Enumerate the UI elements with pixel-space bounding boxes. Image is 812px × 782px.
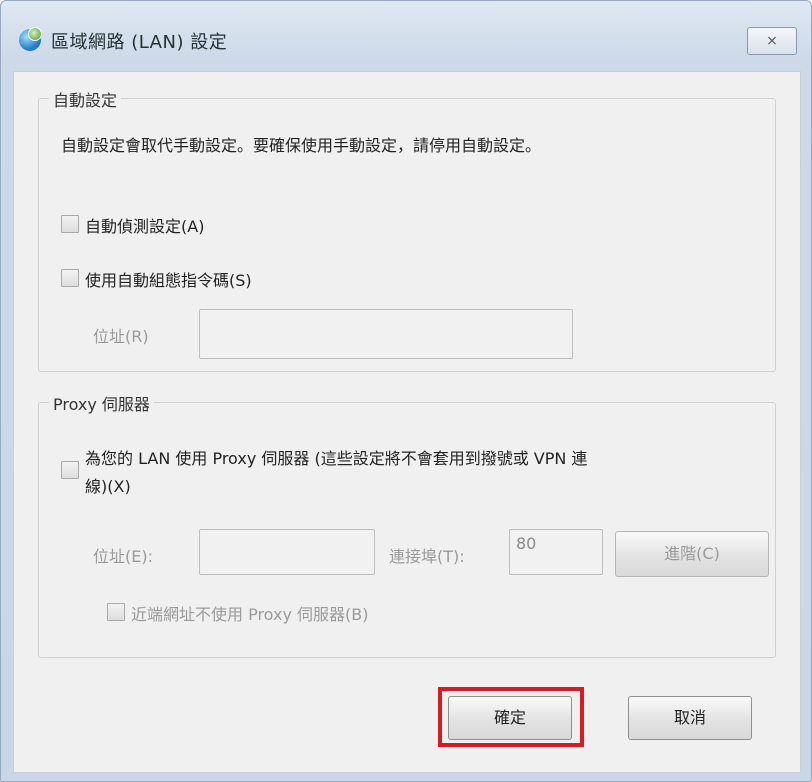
proxy-port-label: 連接埠(T): [389, 547, 465, 566]
advanced-button[interactable]: 進階(C) [615, 531, 769, 577]
auto-detect-checkbox[interactable] [61, 215, 79, 233]
bypass-local-checkbox[interactable] [107, 603, 125, 621]
script-address-label: 位址(R) [93, 327, 149, 346]
use-script-label[interactable]: 使用自動組態指令碼(S) [85, 267, 252, 291]
internet-options-icon [19, 27, 42, 51]
use-script-checkbox[interactable] [61, 269, 79, 287]
lan-settings-dialog: 區域網路 (LAN) 設定 ⨯ 自動設定 自動設定會取代手動設定。要確保使用手動… [0, 0, 812, 782]
proxy-port-input[interactable]: 80 [509, 529, 603, 575]
dialog-body: 自動設定 自動設定會取代手動設定。要確保使用手動設定，請停用自動設定。 自動偵測… [13, 71, 801, 773]
script-address-input[interactable] [199, 309, 573, 359]
proxy-address-input[interactable] [199, 529, 375, 575]
use-proxy-checkbox[interactable] [61, 461, 79, 479]
proxy-address-label: 位址(E): [93, 547, 153, 566]
auto-detect-label[interactable]: 自動偵測設定(A) [85, 213, 204, 237]
proxy-group: Proxy 伺服器 為您的 LAN 使用 Proxy 伺服器 (這些設定將不會套… [38, 391, 776, 658]
bypass-local-label[interactable]: 近端網址不使用 Proxy 伺服器(B) [131, 601, 368, 625]
use-proxy-label-line1[interactable]: 為您的 LAN 使用 Proxy 伺服器 (這些設定將不會套用到撥號或 VPN … [85, 445, 587, 469]
ok-button-highlight [438, 687, 584, 747]
auto-config-group: 自動設定 自動設定會取代手動設定。要確保使用手動設定，請停用自動設定。 自動偵測… [38, 87, 776, 372]
window-title: 區域網路 (LAN) 設定 [51, 32, 228, 53]
auto-config-group-title: 自動設定 [49, 87, 122, 111]
proxy-group-title: Proxy 伺服器 [49, 391, 154, 415]
use-proxy-label-line2[interactable]: 線)(X) [85, 473, 131, 497]
close-button[interactable]: ⨯ [747, 27, 797, 55]
cancel-button[interactable]: 取消 [628, 696, 752, 740]
auto-config-description: 自動設定會取代手動設定。要確保使用手動設定，請停用自動設定。 [61, 136, 542, 155]
title-bar: 區域網路 (LAN) 設定 ⨯ [1, 1, 811, 71]
